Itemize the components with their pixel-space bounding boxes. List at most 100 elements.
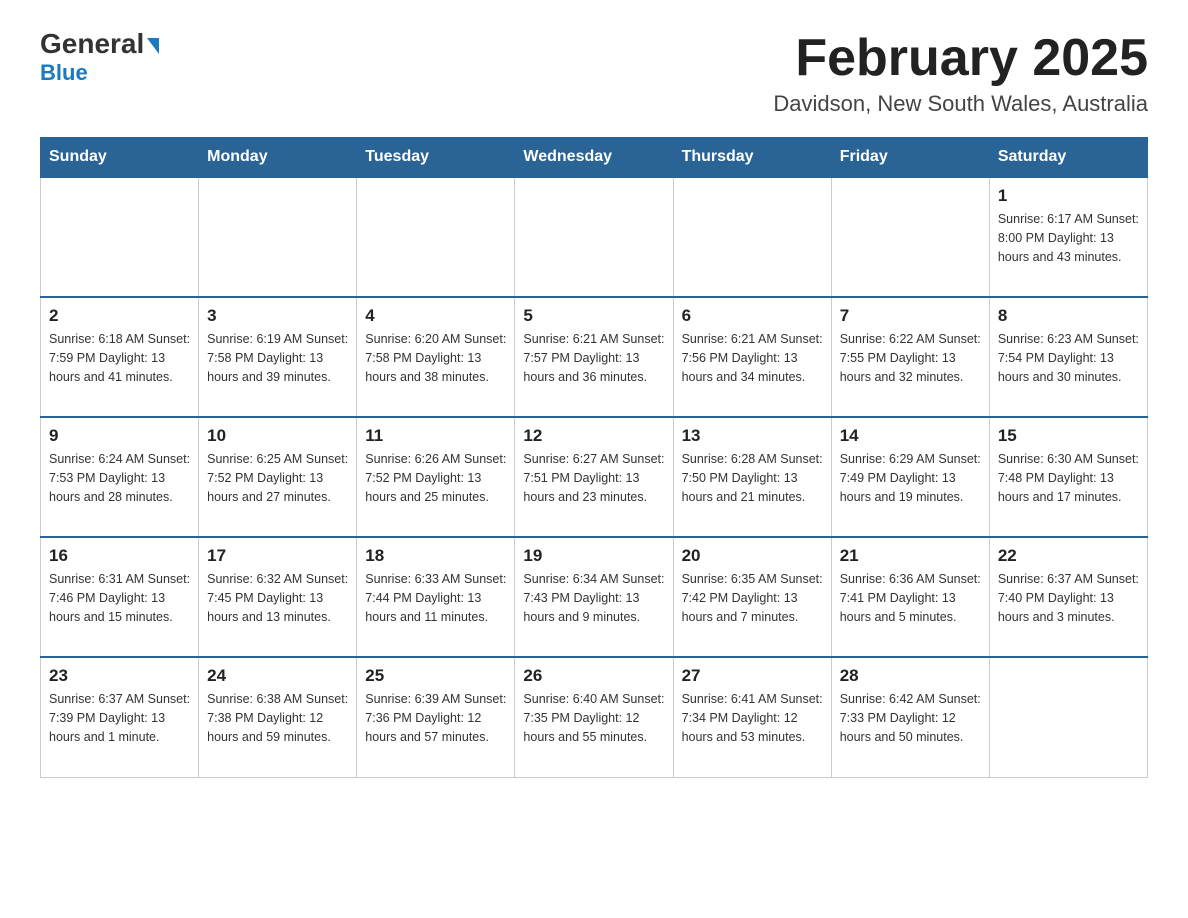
day-number: 27 bbox=[682, 666, 823, 686]
day-info: Sunrise: 6:38 AM Sunset: 7:38 PM Dayligh… bbox=[207, 690, 348, 746]
day-number: 4 bbox=[365, 306, 506, 326]
day-info: Sunrise: 6:24 AM Sunset: 7:53 PM Dayligh… bbox=[49, 450, 190, 506]
calendar-cell: 25 Sunrise: 6:39 AM Sunset: 7:36 PM Dayli… bbox=[357, 657, 515, 777]
day-number: 28 bbox=[840, 666, 981, 686]
day-number: 9 bbox=[49, 426, 190, 446]
day-info: Sunrise: 6:18 AM Sunset: 7:59 PM Dayligh… bbox=[49, 330, 190, 386]
day-number: 7 bbox=[840, 306, 981, 326]
calendar-cell: 7 Sunrise: 6:22 AM Sunset: 7:55 PM Daylig… bbox=[831, 297, 989, 417]
day-info: Sunrise: 6:39 AM Sunset: 7:36 PM Dayligh… bbox=[365, 690, 506, 746]
day-info: Sunrise: 6:35 AM Sunset: 7:42 PM Dayligh… bbox=[682, 570, 823, 626]
day-info: Sunrise: 6:21 AM Sunset: 7:57 PM Dayligh… bbox=[523, 330, 664, 386]
logo-general: General bbox=[40, 30, 159, 58]
calendar-cell bbox=[199, 177, 357, 297]
day-number: 15 bbox=[998, 426, 1139, 446]
day-info: Sunrise: 6:21 AM Sunset: 7:56 PM Dayligh… bbox=[682, 330, 823, 386]
calendar-cell: 9 Sunrise: 6:24 AM Sunset: 7:53 PM Daylig… bbox=[41, 417, 199, 537]
calendar-cell: 3 Sunrise: 6:19 AM Sunset: 7:58 PM Daylig… bbox=[199, 297, 357, 417]
day-info: Sunrise: 6:23 AM Sunset: 7:54 PM Dayligh… bbox=[998, 330, 1139, 386]
weekday-header-friday: Friday bbox=[831, 138, 989, 178]
calendar-cell: 20 Sunrise: 6:35 AM Sunset: 7:42 PM Dayli… bbox=[673, 537, 831, 657]
logo: General Blue bbox=[40, 30, 159, 86]
weekday-header-tuesday: Tuesday bbox=[357, 138, 515, 178]
day-number: 12 bbox=[523, 426, 664, 446]
day-info: Sunrise: 6:31 AM Sunset: 7:46 PM Dayligh… bbox=[49, 570, 190, 626]
calendar-cell: 15 Sunrise: 6:30 AM Sunset: 7:48 PM Dayli… bbox=[989, 417, 1147, 537]
calendar-cell: 19 Sunrise: 6:34 AM Sunset: 7:43 PM Dayli… bbox=[515, 537, 673, 657]
calendar-cell: 8 Sunrise: 6:23 AM Sunset: 7:54 PM Daylig… bbox=[989, 297, 1147, 417]
day-info: Sunrise: 6:34 AM Sunset: 7:43 PM Dayligh… bbox=[523, 570, 664, 626]
calendar-cell: 24 Sunrise: 6:38 AM Sunset: 7:38 PM Dayli… bbox=[199, 657, 357, 777]
calendar-cell: 1Sunrise: 6:17 AM Sunset: 8:00 PM Daylig… bbox=[989, 177, 1147, 297]
day-info: Sunrise: 6:19 AM Sunset: 7:58 PM Dayligh… bbox=[207, 330, 348, 386]
calendar-cell: 6Sunrise: 6:21 AM Sunset: 7:56 PM Daylig… bbox=[673, 297, 831, 417]
day-number: 20 bbox=[682, 546, 823, 566]
calendar-week-row: 23 Sunrise: 6:37 AM Sunset: 7:39 PM Dayli… bbox=[41, 657, 1148, 777]
day-number: 10 bbox=[207, 426, 348, 446]
day-number: 14 bbox=[840, 426, 981, 446]
day-info: Sunrise: 6:33 AM Sunset: 7:44 PM Dayligh… bbox=[365, 570, 506, 626]
calendar-cell bbox=[357, 177, 515, 297]
day-number: 18 bbox=[365, 546, 506, 566]
weekday-header-sunday: Sunday bbox=[41, 138, 199, 178]
calendar-cell: 22 Sunrise: 6:37 AM Sunset: 7:40 PM Dayli… bbox=[989, 537, 1147, 657]
day-number: 8 bbox=[998, 306, 1139, 326]
location-subtitle: Davidson, New South Wales, Australia bbox=[773, 91, 1148, 117]
day-number: 26 bbox=[523, 666, 664, 686]
calendar-cell: 13 Sunrise: 6:28 AM Sunset: 7:50 PM Dayli… bbox=[673, 417, 831, 537]
day-number: 21 bbox=[840, 546, 981, 566]
calendar-cell bbox=[673, 177, 831, 297]
day-info: Sunrise: 6:40 AM Sunset: 7:35 PM Dayligh… bbox=[523, 690, 664, 746]
calendar-cell: 14 Sunrise: 6:29 AM Sunset: 7:49 PM Dayli… bbox=[831, 417, 989, 537]
calendar-cell: 2 Sunrise: 6:18 AM Sunset: 7:59 PM Daylig… bbox=[41, 297, 199, 417]
day-info: Sunrise: 6:28 AM Sunset: 7:50 PM Dayligh… bbox=[682, 450, 823, 506]
day-info: Sunrise: 6:37 AM Sunset: 7:40 PM Dayligh… bbox=[998, 570, 1139, 626]
day-info: Sunrise: 6:36 AM Sunset: 7:41 PM Dayligh… bbox=[840, 570, 981, 626]
day-info: Sunrise: 6:37 AM Sunset: 7:39 PM Dayligh… bbox=[49, 690, 190, 746]
calendar-cell: 10 Sunrise: 6:25 AM Sunset: 7:52 PM Dayli… bbox=[199, 417, 357, 537]
calendar-cell: 28 Sunrise: 6:42 AM Sunset: 7:33 PM Dayli… bbox=[831, 657, 989, 777]
weekday-header-thursday: Thursday bbox=[673, 138, 831, 178]
day-number: 25 bbox=[365, 666, 506, 686]
day-number: 19 bbox=[523, 546, 664, 566]
day-number: 5 bbox=[523, 306, 664, 326]
calendar-week-row: 9 Sunrise: 6:24 AM Sunset: 7:53 PM Daylig… bbox=[41, 417, 1148, 537]
day-info: Sunrise: 6:26 AM Sunset: 7:52 PM Dayligh… bbox=[365, 450, 506, 506]
calendar-cell: 4 Sunrise: 6:20 AM Sunset: 7:58 PM Daylig… bbox=[357, 297, 515, 417]
calendar-cell bbox=[831, 177, 989, 297]
calendar-cell: 12Sunrise: 6:27 AM Sunset: 7:51 PM Dayli… bbox=[515, 417, 673, 537]
day-number: 23 bbox=[49, 666, 190, 686]
weekday-header-monday: Monday bbox=[199, 138, 357, 178]
calendar-cell: 5 Sunrise: 6:21 AM Sunset: 7:57 PM Daylig… bbox=[515, 297, 673, 417]
day-number: 13 bbox=[682, 426, 823, 446]
day-info: Sunrise: 6:29 AM Sunset: 7:49 PM Dayligh… bbox=[840, 450, 981, 506]
day-number: 24 bbox=[207, 666, 348, 686]
calendar-week-row: 16 Sunrise: 6:31 AM Sunset: 7:46 PM Dayli… bbox=[41, 537, 1148, 657]
calendar-cell: 11Sunrise: 6:26 AM Sunset: 7:52 PM Dayli… bbox=[357, 417, 515, 537]
calendar-cell: 18 Sunrise: 6:33 AM Sunset: 7:44 PM Dayli… bbox=[357, 537, 515, 657]
page-header: General Blue February 2025 Davidson, New… bbox=[40, 30, 1148, 117]
day-number: 1 bbox=[998, 186, 1139, 206]
day-number: 3 bbox=[207, 306, 348, 326]
day-number: 16 bbox=[49, 546, 190, 566]
day-info: Sunrise: 6:30 AM Sunset: 7:48 PM Dayligh… bbox=[998, 450, 1139, 506]
calendar-cell bbox=[515, 177, 673, 297]
day-info: Sunrise: 6:22 AM Sunset: 7:55 PM Dayligh… bbox=[840, 330, 981, 386]
weekday-header-saturday: Saturday bbox=[989, 138, 1147, 178]
calendar-cell: 17Sunrise: 6:32 AM Sunset: 7:45 PM Dayli… bbox=[199, 537, 357, 657]
calendar-cell: 21 Sunrise: 6:36 AM Sunset: 7:41 PM Dayli… bbox=[831, 537, 989, 657]
day-info: Sunrise: 6:42 AM Sunset: 7:33 PM Dayligh… bbox=[840, 690, 981, 746]
day-info: Sunrise: 6:25 AM Sunset: 7:52 PM Dayligh… bbox=[207, 450, 348, 506]
day-number: 22 bbox=[998, 546, 1139, 566]
calendar-week-row: 1Sunrise: 6:17 AM Sunset: 8:00 PM Daylig… bbox=[41, 177, 1148, 297]
calendar-week-row: 2 Sunrise: 6:18 AM Sunset: 7:59 PM Daylig… bbox=[41, 297, 1148, 417]
calendar-cell bbox=[989, 657, 1147, 777]
day-info: Sunrise: 6:20 AM Sunset: 7:58 PM Dayligh… bbox=[365, 330, 506, 386]
title-area: February 2025 Davidson, New South Wales,… bbox=[773, 30, 1148, 117]
month-year-title: February 2025 bbox=[773, 30, 1148, 87]
calendar-table: SundayMondayTuesdayWednesdayThursdayFrid… bbox=[40, 137, 1148, 778]
day-info: Sunrise: 6:32 AM Sunset: 7:45 PM Dayligh… bbox=[207, 570, 348, 626]
day-number: 2 bbox=[49, 306, 190, 326]
weekday-header-row: SundayMondayTuesdayWednesdayThursdayFrid… bbox=[41, 138, 1148, 178]
weekday-header-wednesday: Wednesday bbox=[515, 138, 673, 178]
